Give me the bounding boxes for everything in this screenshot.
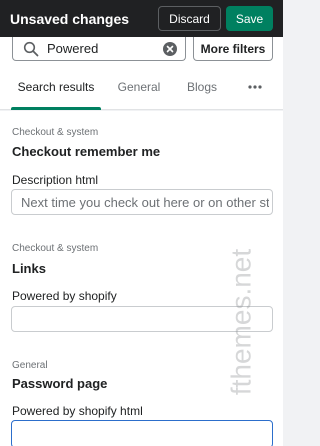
- tab-bar: Search results General Blogs: [0, 65, 283, 110]
- field-label: Powered by shopify html: [12, 404, 143, 418]
- powered-by-shopify-html-field[interactable]: [11, 420, 273, 446]
- clear-circle-icon[interactable]: [163, 41, 177, 56]
- watermark-text: fthemes.net: [228, 249, 256, 396]
- section-category: Checkout & system: [12, 127, 99, 138]
- more-horizontal-icon[interactable]: [244, 79, 266, 95]
- discard-button[interactable]: Discard: [158, 6, 221, 31]
- search-input[interactable]: Powered: [12, 37, 186, 61]
- field-label: Description html: [12, 173, 99, 187]
- section-title: Links: [12, 261, 46, 276]
- field-value: Next time you check out here or on other…: [21, 195, 269, 210]
- top-bar: Unsaved changes Discard Save: [0, 0, 283, 37]
- search-value: Powered: [47, 41, 99, 56]
- section-category: Checkout & system: [12, 243, 99, 254]
- section-category: General: [12, 360, 48, 371]
- section-title: Checkout remember me: [12, 144, 161, 159]
- search-row: Powered More filters: [0, 37, 283, 65]
- description-html-field[interactable]: Next time you check out here or on other…: [11, 189, 273, 215]
- tab-general[interactable]: General: [112, 65, 166, 109]
- watermark: fthemes.net: [228, 249, 256, 396]
- tab-search-results[interactable]: Search results: [11, 65, 101, 110]
- search-icon: [23, 41, 39, 56]
- save-button[interactable]: Save: [226, 6, 273, 31]
- section-title: Password page: [12, 376, 108, 391]
- more-filters-button[interactable]: More filters: [193, 37, 273, 61]
- tab-blogs[interactable]: Blogs: [178, 65, 226, 109]
- field-label: Powered by shopify: [12, 289, 117, 303]
